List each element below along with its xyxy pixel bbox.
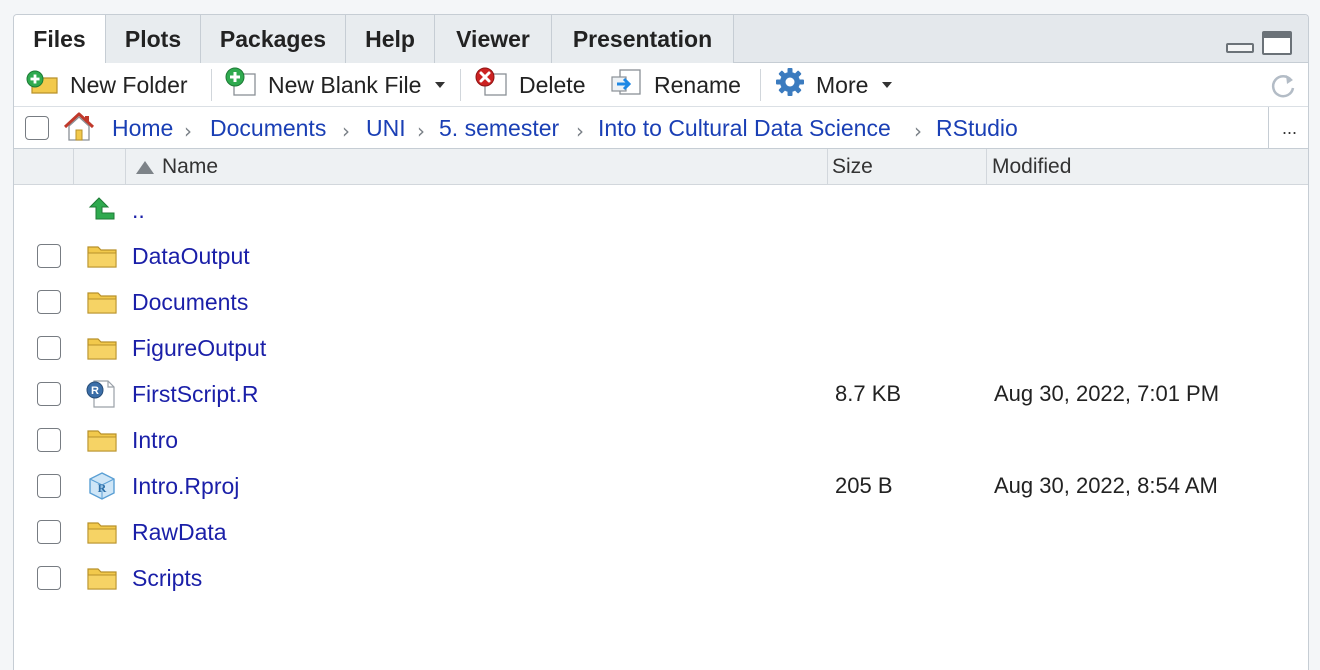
breadcrumb-documents[interactable]: Documents: [210, 107, 326, 149]
row-checkbox[interactable]: [37, 474, 61, 498]
tab-files[interactable]: Files: [14, 15, 106, 64]
column-divider: [73, 149, 74, 185]
breadcrumb-separator-icon: ›: [914, 119, 922, 143]
refresh-button[interactable]: [1268, 71, 1298, 101]
breadcrumb-rstudio[interactable]: RStudio: [936, 107, 1018, 149]
file-row-scripts: Scripts: [14, 555, 1308, 601]
row-checkbox[interactable]: [37, 566, 61, 590]
breadcrumb-separator-icon: ›: [576, 119, 584, 143]
folder-icon: [86, 333, 118, 363]
tab-presentation[interactable]: Presentation: [552, 15, 734, 63]
new-folder-label: New Folder: [70, 71, 188, 98]
new-blank-file-label: New Blank File: [268, 71, 422, 98]
file-row-intro-rproj: R Intro.Rproj 205 B Aug 30, 2022, 8:54 A…: [14, 463, 1308, 509]
tab-viewer[interactable]: Viewer: [435, 15, 552, 63]
minimize-pane-button[interactable]: [1226, 43, 1254, 53]
toolbar-divider: [760, 69, 761, 101]
parent-directory-row[interactable]: ..: [14, 187, 1308, 233]
new-folder-icon: [26, 69, 60, 101]
svg-text:R: R: [98, 481, 107, 495]
more-label: More: [816, 71, 869, 98]
gear-icon: [774, 66, 806, 104]
row-checkbox[interactable]: [37, 428, 61, 452]
new-blank-file-button[interactable]: New Blank File: [224, 63, 446, 107]
file-row-rawdata: RawData: [14, 509, 1308, 555]
file-row-firstscript: R FirstScript.R 8.7 KB Aug 30, 2022, 7:0…: [14, 371, 1308, 417]
file-list-header: Name Size Modified: [14, 149, 1308, 185]
sort-ascending-icon: [136, 160, 154, 174]
file-size: 8.7 KB: [835, 381, 902, 406]
folder-icon: [86, 563, 118, 593]
row-checkbox[interactable]: [37, 244, 61, 268]
breadcrumb-uni[interactable]: UNI: [366, 107, 406, 149]
r-script-icon: R: [86, 379, 118, 409]
file-name-link[interactable]: FirstScript.R: [132, 371, 259, 417]
chevron-down-icon: [882, 82, 893, 88]
new-file-icon: [224, 67, 258, 103]
breadcrumb: Home › Documents › UNI › 5. semester › I…: [14, 107, 1308, 149]
folder-icon: [86, 517, 118, 547]
toolbar: New Folder New Blank File Delete Rename …: [14, 63, 1308, 107]
file-row-dataoutput: DataOutput: [14, 233, 1308, 279]
size-column-header[interactable]: Size: [832, 149, 873, 185]
file-name-link[interactable]: Scripts: [132, 555, 202, 601]
row-checkbox[interactable]: [37, 336, 61, 360]
file-name-link[interactable]: DataOutput: [132, 233, 250, 279]
breadcrumb-separator-icon: ›: [417, 119, 425, 143]
maximize-pane-button[interactable]: [1262, 31, 1292, 55]
file-name-link[interactable]: RawData: [132, 509, 227, 555]
breadcrumb-course[interactable]: Into to Cultural Data Science: [598, 107, 891, 149]
row-checkbox[interactable]: [37, 520, 61, 544]
modified-column-header[interactable]: Modified: [992, 149, 1071, 185]
parent-directory-icon: [86, 195, 118, 225]
home-icon[interactable]: [62, 111, 96, 143]
file-size: 205 B: [835, 473, 893, 498]
delete-button[interactable]: Delete: [473, 63, 585, 107]
file-name-link[interactable]: FigureOutput: [132, 325, 266, 371]
more-button[interactable]: More: [774, 63, 893, 107]
name-column-header[interactable]: Name: [136, 149, 218, 185]
tab-help[interactable]: Help: [346, 15, 435, 63]
tab-plots[interactable]: Plots: [106, 15, 201, 63]
select-all-checkbox[interactable]: [25, 116, 49, 140]
toolbar-divider: [460, 69, 461, 101]
file-name-link[interactable]: Documents: [132, 279, 248, 325]
chevron-down-icon: [435, 82, 446, 88]
files-pane: Files Plots Packages Help Viewer Present…: [13, 14, 1309, 670]
delete-label: Delete: [519, 71, 586, 98]
refresh-icon: [1271, 75, 1295, 98]
folder-icon: [86, 425, 118, 455]
row-checkbox[interactable]: [37, 290, 61, 314]
file-modified: Aug 30, 2022, 7:01 PM: [994, 381, 1220, 406]
breadcrumb-home[interactable]: Home: [112, 107, 173, 149]
folder-icon: [86, 241, 118, 271]
file-name-link[interactable]: Intro.Rproj: [132, 463, 239, 509]
rename-icon: [610, 67, 644, 103]
column-divider: [827, 149, 828, 185]
rename-label: Rename: [654, 71, 741, 98]
file-row-figureoutput: FigureOutput: [14, 325, 1308, 371]
tab-strip: Files Plots Packages Help Viewer Present…: [14, 15, 1308, 64]
row-checkbox[interactable]: [37, 382, 61, 406]
delete-icon: [473, 67, 509, 103]
folder-icon: [86, 287, 118, 317]
column-divider: [125, 149, 126, 185]
svg-text:R: R: [91, 385, 99, 397]
column-divider: [986, 149, 987, 185]
rproj-icon: R: [86, 471, 118, 501]
breadcrumb-semester[interactable]: 5. semester: [439, 107, 559, 149]
file-name-link[interactable]: ..: [132, 187, 145, 233]
breadcrumb-more-button[interactable]: ...: [1268, 107, 1308, 149]
breadcrumb-separator-icon: ›: [342, 119, 350, 143]
file-modified: Aug 30, 2022, 8:54 AM: [994, 473, 1218, 498]
toolbar-divider: [211, 69, 212, 101]
new-folder-button[interactable]: New Folder: [26, 63, 188, 107]
file-row-documents: Documents: [14, 279, 1308, 325]
name-column-label: Name: [162, 155, 219, 178]
breadcrumb-separator-icon: ›: [184, 119, 192, 143]
tab-packages[interactable]: Packages: [201, 15, 346, 63]
rename-button[interactable]: Rename: [610, 63, 741, 107]
file-row-intro: Intro: [14, 417, 1308, 463]
file-name-link[interactable]: Intro: [132, 417, 178, 463]
